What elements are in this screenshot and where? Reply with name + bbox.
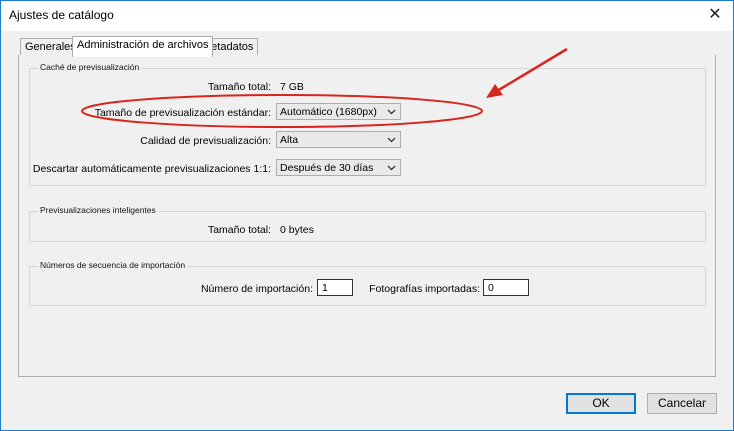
photos-imported-label: Fotografías importadas: [369, 283, 480, 295]
standard-preview-size-select[interactable]: Automático (1680px) [276, 103, 401, 120]
ok-button[interactable]: OK [566, 393, 636, 414]
cache-total-size-value: 7 GB [280, 81, 304, 93]
import-number-field[interactable]: 1 [317, 279, 353, 296]
import-sequence-group: Números de secuencia de importación [29, 260, 706, 306]
smart-total-size-value: 0 bytes [280, 224, 314, 236]
import-sequence-legend: Números de secuencia de importación [38, 260, 188, 270]
chevron-down-icon [387, 109, 396, 115]
import-number-label: Número de importación: [200, 283, 313, 295]
smart-previews-group: Previsualizaciones inteligentes [29, 205, 706, 242]
photos-imported-value: 0 [488, 282, 494, 294]
smart-previews-legend: Previsualizaciones inteligentes [38, 205, 158, 215]
photos-imported-field[interactable]: 0 [483, 279, 529, 296]
import-number-value: 1 [322, 282, 328, 294]
standard-preview-size-value: Automático (1680px) [280, 106, 377, 118]
close-icon[interactable]: ✕ [701, 3, 729, 27]
tab-file-handling[interactable]: Administración de archivos [72, 36, 214, 57]
smart-total-size-label: Tamaño total: [207, 224, 271, 236]
preview-quality-label: Calidad de previsualización: [140, 135, 271, 147]
preview-quality-select[interactable]: Alta [276, 131, 401, 148]
chevron-down-icon [387, 165, 396, 171]
preview-cache-legend: Caché de previsualización [38, 62, 142, 72]
cancel-button[interactable]: Cancelar [647, 393, 717, 414]
title-bar: Ajustes de catálogo ✕ [1, 1, 733, 31]
discard-previews-label: Descartar automáticamente previsualizaci… [32, 163, 271, 175]
preview-quality-value: Alta [280, 134, 299, 146]
chevron-down-icon [387, 137, 396, 143]
discard-previews-value: Después de 30 días [280, 162, 374, 174]
cache-total-size-label: Tamaño total: [207, 81, 271, 93]
window-title: Ajustes de catálogo [9, 8, 114, 22]
discard-previews-select[interactable]: Después de 30 días [276, 159, 401, 176]
standard-preview-size-label: Tamaño de previsualización estándar: [94, 107, 271, 119]
